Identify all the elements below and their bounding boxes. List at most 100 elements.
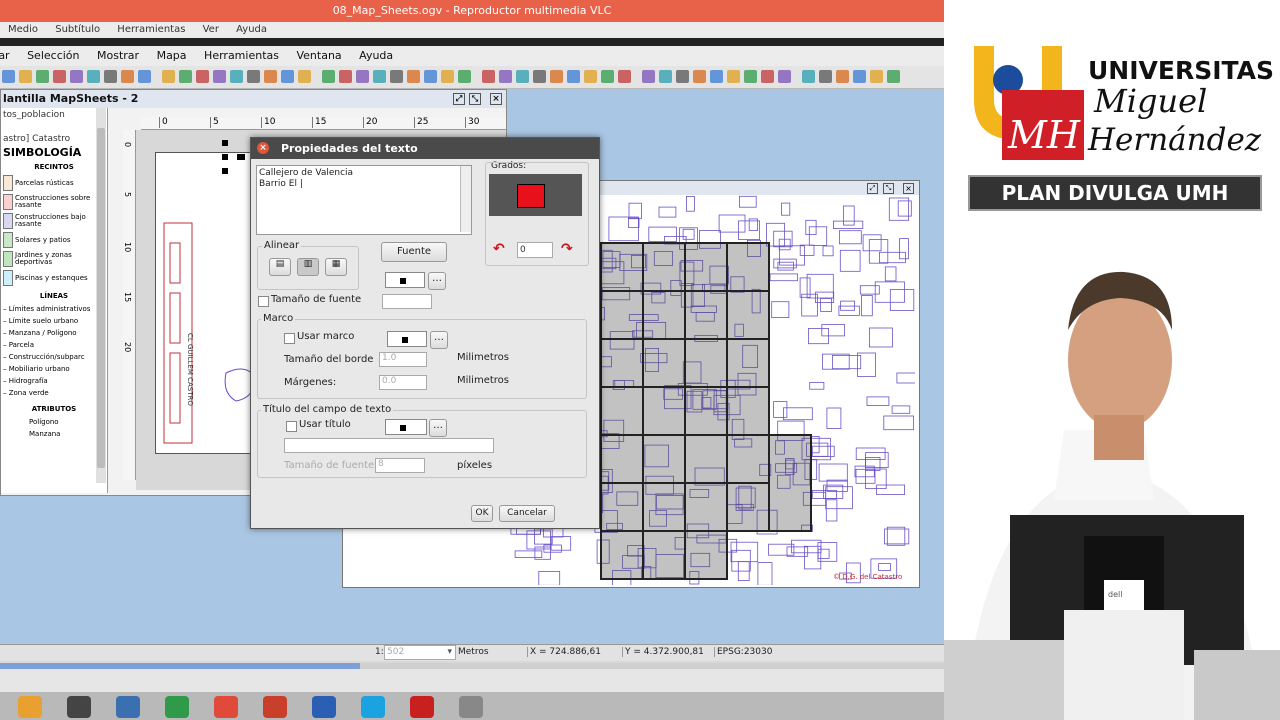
toolbar-button[interactable] [853,70,866,83]
toolbar-button[interactable] [676,70,689,83]
font-color-picker-button[interactable]: … [428,272,446,290]
toolbar-button[interactable] [642,70,655,83]
title-color-swatch[interactable] [385,419,427,435]
toolbar-button[interactable] [298,70,311,83]
toolbar-button[interactable] [230,70,243,83]
gvsig-menu-ayuda[interactable]: Ayuda [359,46,393,66]
margins-input[interactable]: 0.0 [379,375,427,390]
window-maximize-icon[interactable]: ⤡ [469,93,481,105]
toolbar-button[interactable] [339,70,352,83]
folder-icon[interactable] [18,696,42,718]
toolbar-button[interactable] [710,70,723,83]
layer-item[interactable]: astro] Catastro [3,134,105,144]
toolbar-button[interactable] [516,70,529,83]
toolbar-button[interactable] [264,70,277,83]
toolbar-button[interactable] [104,70,117,83]
toolbar-button[interactable] [618,70,631,83]
vlc-menu-herramientas[interactable]: Herramientas [117,24,185,35]
layout-handle[interactable] [222,168,228,174]
toolbar-button[interactable] [19,70,32,83]
scale-combo[interactable]: 502 ▾ [384,645,456,660]
powerpoint-icon[interactable] [263,696,287,718]
toolbar-button[interactable] [424,70,437,83]
align-right-button[interactable]: ▦ [325,258,347,276]
font-button[interactable]: Fuente [381,242,447,262]
toolbar-button[interactable] [162,70,175,83]
toolbar-button[interactable] [247,70,260,83]
font-color-swatch[interactable] [385,272,425,288]
toolbar-button[interactable] [53,70,66,83]
layout-handle[interactable] [222,140,228,146]
align-left-button[interactable]: ▤ [269,258,291,276]
vlc-menu-medio[interactable]: Medio [8,24,38,35]
window-close-icon[interactable]: × [903,183,914,194]
text-scrollbar[interactable] [460,166,471,232]
layer-item[interactable]: tos_poblacion [3,110,105,120]
window-close-icon[interactable]: × [490,93,502,105]
toolbar-button[interactable] [659,70,672,83]
pdf-icon[interactable] [410,696,434,718]
use-frame-checkbox[interactable] [284,333,295,344]
chrome-icon[interactable] [214,696,238,718]
frame-color-swatch[interactable] [387,331,427,347]
toolbar-button[interactable] [138,70,151,83]
word-icon[interactable] [312,696,336,718]
toolbar-button[interactable] [727,70,740,83]
gvsig-menu-ver[interactable]: tar [0,46,10,66]
toolbar-button[interactable] [36,70,49,83]
ok-button[interactable]: OK [471,505,493,522]
skype-icon[interactable] [361,696,385,718]
network-icon[interactable] [116,696,140,718]
toolbar-button[interactable] [373,70,386,83]
toolbar-button[interactable] [179,70,192,83]
gvsig-menu-seleccion[interactable]: Selección [27,46,79,66]
toolbar-button[interactable] [87,70,100,83]
toolbar-button[interactable] [761,70,774,83]
toolbar-button[interactable] [213,70,226,83]
toolbar-button[interactable] [390,70,403,83]
rotation-degrees-input[interactable]: 0 [517,242,553,258]
window-maximize-icon[interactable]: ⤡ [883,183,894,194]
toolbar-button[interactable] [567,70,580,83]
toolbar-button[interactable] [458,70,471,83]
gvsig-menu-mostrar[interactable]: Mostrar [97,46,139,66]
vlc-menu-ver[interactable]: Ver [203,24,219,35]
toolbar-button[interactable] [356,70,369,83]
toolbar-button[interactable] [744,70,757,83]
frame-color-picker-button[interactable]: … [430,331,448,349]
cancel-button[interactable]: Cancelar [499,505,555,522]
vlc-menu-subtitulo[interactable]: Subtítulo [55,24,100,35]
spreadsheet-icon[interactable] [165,696,189,718]
toolbar-button[interactable] [819,70,832,83]
align-center-button[interactable]: ▥ [297,258,319,276]
toolbar-button[interactable] [2,70,15,83]
toolbar-button[interactable] [407,70,420,83]
toolbar-button[interactable] [196,70,209,83]
toolbar-button[interactable] [499,70,512,83]
toolbar-button[interactable] [836,70,849,83]
gvsig-menu-ventana[interactable]: Ventana [296,46,341,66]
toolbar-button[interactable] [441,70,454,83]
scrollbar-thumb[interactable] [97,128,105,468]
font-size-input[interactable] [382,294,432,309]
toolbar-button[interactable] [693,70,706,83]
toolbar-button[interactable] [482,70,495,83]
toolbar-button[interactable] [601,70,614,83]
border-size-input[interactable]: 1.0 [379,352,427,367]
layout-handle[interactable] [222,154,228,160]
dialog-close-icon[interactable]: × [257,142,269,154]
toolbar-button[interactable] [550,70,563,83]
text-content-area[interactable]: Callejero de Valencia Barrio El | [256,165,472,235]
rotate-left-icon[interactable]: ↶ [493,242,507,256]
title-font-size-input[interactable]: 8 [375,458,425,473]
legend-scrollbar[interactable] [96,108,106,483]
gvsig-menu-herramientas[interactable]: Herramientas [204,46,279,66]
vlc-menu-ayuda[interactable]: Ayuda [236,24,267,35]
extra-icon[interactable] [459,696,483,718]
toolbar-button[interactable] [70,70,83,83]
toolbar-button[interactable] [322,70,335,83]
toolbar-button[interactable] [778,70,791,83]
text-content[interactable]: Callejero de Valencia Barrio El | [257,166,471,192]
rotate-right-icon[interactable]: ↷ [561,242,575,256]
window-restore-icon[interactable]: ⤢ [453,93,465,105]
